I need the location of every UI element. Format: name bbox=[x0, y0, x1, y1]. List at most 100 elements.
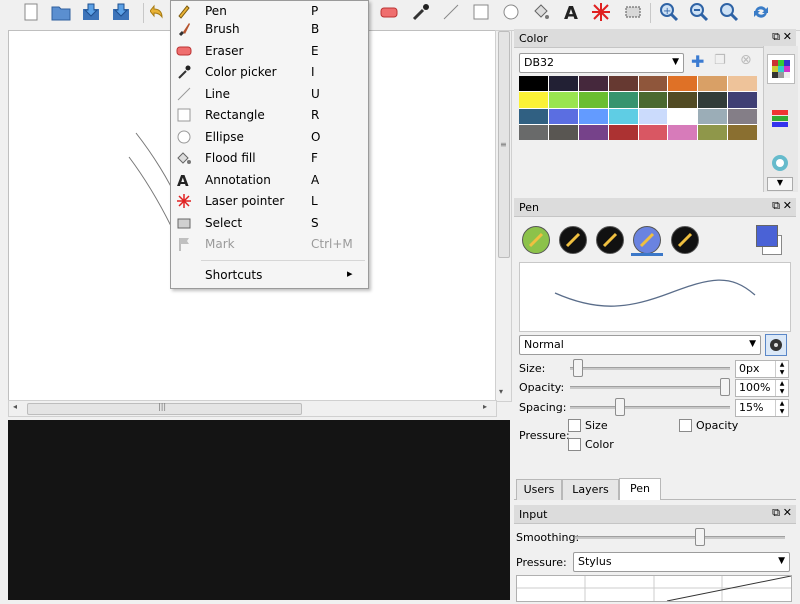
open-folder-icon[interactable] bbox=[50, 1, 72, 23]
color-swatch[interactable] bbox=[698, 124, 728, 140]
color-swatch[interactable] bbox=[728, 76, 757, 92]
smoothing-slider-knob[interactable] bbox=[695, 528, 705, 546]
smoothing-slider-track[interactable] bbox=[575, 536, 785, 539]
select-tool-icon[interactable] bbox=[622, 1, 644, 23]
pressure-color-checkbox[interactable] bbox=[568, 438, 581, 451]
color-swatch[interactable] bbox=[578, 92, 608, 108]
foreground-color-swatch[interactable] bbox=[756, 225, 778, 247]
save-icon[interactable] bbox=[80, 1, 102, 23]
refresh-icon[interactable] bbox=[750, 1, 772, 23]
color-swatch[interactable] bbox=[698, 76, 728, 92]
menu-item-flood-fill[interactable]: Flood fill F bbox=[171, 148, 368, 168]
pressure-size-checkbox[interactable] bbox=[568, 419, 581, 432]
palette-select[interactable]: DB32 ▼ bbox=[519, 53, 684, 73]
spacing-slider-track[interactable] bbox=[570, 406, 730, 409]
close-panel-icon[interactable]: ✕ bbox=[783, 506, 792, 519]
float-panel-icon[interactable]: ⧉ bbox=[772, 506, 780, 520]
horizontal-scrollbar[interactable]: ◂ ||| ▸ bbox=[8, 400, 497, 417]
color-swatch[interactable] bbox=[578, 124, 608, 140]
color-swatch[interactable] bbox=[578, 108, 608, 124]
color-swatch[interactable] bbox=[638, 108, 668, 124]
brush-preset-button[interactable] bbox=[559, 226, 587, 254]
color-swatch[interactable] bbox=[548, 76, 578, 92]
tab-scroll-down-icon[interactable]: ▼ bbox=[767, 177, 793, 191]
brush-preset-button[interactable] bbox=[671, 226, 699, 254]
zoom-fit-icon[interactable] bbox=[718, 1, 740, 23]
color-swatch[interactable] bbox=[548, 92, 578, 108]
brush-preset-button[interactable] bbox=[596, 226, 624, 254]
pressure-curve-editor[interactable] bbox=[516, 575, 792, 602]
color-swatch[interactable] bbox=[638, 76, 668, 92]
color-picker-tool-icon[interactable] bbox=[410, 1, 432, 23]
color-swatch[interactable] bbox=[638, 124, 668, 140]
line-tool-icon[interactable] bbox=[440, 1, 462, 23]
advanced-settings-icon[interactable] bbox=[765, 334, 787, 356]
eraser-tool-icon[interactable] bbox=[378, 1, 400, 23]
opacity-slider-knob[interactable] bbox=[720, 378, 730, 396]
color-swatch[interactable] bbox=[608, 108, 638, 124]
menu-item-line[interactable]: Line U bbox=[171, 84, 368, 104]
float-panel-icon[interactable]: ⧉ bbox=[772, 30, 780, 44]
color-swatch[interactable] bbox=[519, 108, 548, 124]
float-panel-icon[interactable]: ⧉ bbox=[772, 199, 780, 213]
delete-palette-icon[interactable]: ⊗ bbox=[740, 52, 752, 68]
scroll-left-arrow-icon[interactable]: ◂ bbox=[13, 402, 17, 411]
brush-preset-button-selected[interactable] bbox=[633, 226, 661, 254]
spacing-slider-knob[interactable] bbox=[615, 398, 625, 416]
brush-preset-button[interactable] bbox=[522, 226, 550, 254]
input-pressure-select[interactable]: Stylus ▼ bbox=[573, 552, 790, 572]
pressure-opacity-checkbox[interactable] bbox=[679, 419, 692, 432]
scroll-down-arrow-icon[interactable]: ▾ bbox=[499, 387, 503, 396]
color-swatch[interactable] bbox=[638, 92, 668, 108]
palette-tab-icon[interactable] bbox=[767, 54, 795, 84]
zoom-in-icon[interactable]: + bbox=[658, 1, 680, 23]
color-swatch[interactable] bbox=[698, 108, 728, 124]
color-swatch[interactable] bbox=[668, 76, 698, 92]
spin-arrows-icon[interactable]: ▲ ▼ bbox=[775, 361, 788, 377]
spin-arrows-icon[interactable]: ▲ ▼ bbox=[775, 380, 788, 396]
tab-users[interactable]: Users bbox=[516, 479, 562, 500]
undo-icon[interactable] bbox=[148, 1, 166, 23]
save-as-icon[interactable] bbox=[110, 1, 132, 23]
spacing-spinbox[interactable]: 15% ▲ ▼ bbox=[735, 399, 789, 417]
spin-arrows-icon[interactable]: ▲ ▼ bbox=[775, 400, 788, 416]
menu-item-select[interactable]: Select S bbox=[171, 213, 368, 233]
sliders-tab-icon[interactable] bbox=[767, 104, 793, 132]
tab-pen[interactable]: Pen bbox=[619, 478, 661, 500]
color-swatch[interactable] bbox=[668, 124, 698, 140]
color-swatch[interactable] bbox=[728, 124, 757, 140]
horizontal-scroll-thumb[interactable]: ||| bbox=[27, 402, 302, 415]
opacity-spinbox[interactable]: 100% ▲ ▼ bbox=[735, 379, 789, 397]
zoom-out-icon[interactable] bbox=[688, 1, 710, 23]
menu-item-annotation[interactable]: A Annotation A bbox=[171, 170, 368, 190]
color-swatch[interactable] bbox=[608, 124, 638, 140]
copy-palette-icon[interactable]: ❐ bbox=[714, 53, 726, 68]
ellipse-tool-icon[interactable] bbox=[500, 1, 522, 23]
add-palette-icon[interactable]: ✚ bbox=[691, 52, 704, 71]
menu-item-pen[interactable]: Pen P bbox=[171, 1, 368, 21]
menu-item-shortcuts[interactable]: Shortcuts ▸ bbox=[171, 265, 368, 285]
close-panel-icon[interactable]: ✕ bbox=[783, 199, 792, 212]
menu-item-eraser[interactable]: Eraser E bbox=[171, 41, 368, 61]
size-spinbox[interactable]: 0px ▲ ▼ bbox=[735, 360, 789, 378]
color-swatch[interactable] bbox=[668, 92, 698, 108]
color-swatch[interactable] bbox=[548, 124, 578, 140]
menu-item-rectangle[interactable]: Rectangle R bbox=[171, 105, 368, 125]
color-wheel-tab-icon[interactable] bbox=[767, 151, 793, 173]
color-swatch[interactable] bbox=[728, 108, 757, 124]
menu-item-color-picker[interactable]: Color picker I bbox=[171, 62, 368, 82]
size-slider-track[interactable] bbox=[570, 367, 730, 370]
annotation-tool-icon[interactable]: A bbox=[560, 1, 582, 23]
color-swatch[interactable] bbox=[668, 108, 698, 124]
color-swatch[interactable] bbox=[728, 92, 757, 108]
color-swatch[interactable] bbox=[519, 92, 548, 108]
color-swatch[interactable] bbox=[519, 76, 548, 92]
menu-item-laser-pointer[interactable]: Laser pointer L bbox=[171, 191, 368, 211]
blend-mode-select[interactable]: Normal ▼ bbox=[519, 335, 761, 355]
rectangle-tool-icon[interactable] bbox=[470, 1, 492, 23]
flood-fill-tool-icon[interactable] bbox=[530, 1, 552, 23]
vertical-scrollbar[interactable]: ≡ ▾ bbox=[495, 30, 512, 402]
tab-layers[interactable]: Layers bbox=[562, 479, 619, 500]
color-swatch[interactable] bbox=[608, 92, 638, 108]
size-slider-knob[interactable] bbox=[573, 359, 583, 377]
